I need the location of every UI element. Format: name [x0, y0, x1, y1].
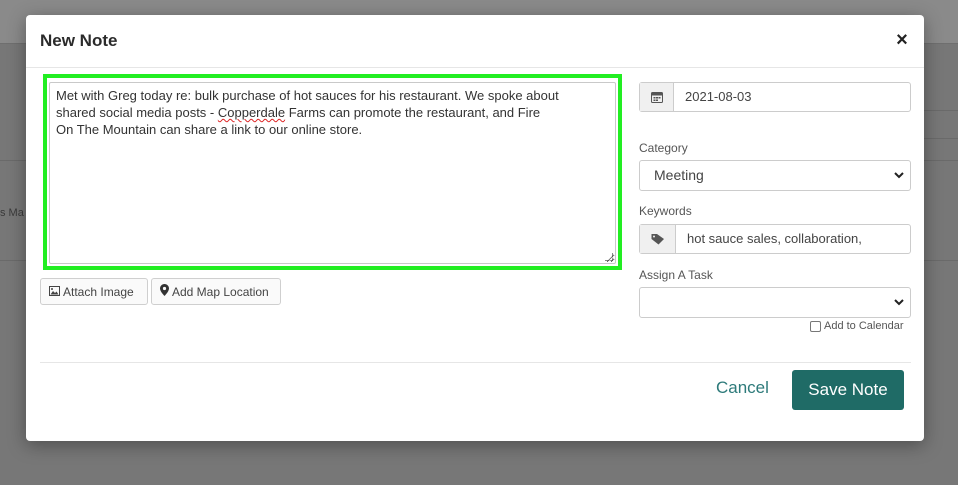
tag-icon — [640, 225, 676, 253]
attach-image-button[interactable]: Attach Image — [40, 278, 148, 305]
add-to-calendar-checkbox[interactable] — [810, 320, 821, 332]
assign-task-label: Assign A Task — [639, 268, 713, 282]
note-line: shared social media posts - — [56, 105, 218, 120]
keywords-label: Keywords — [639, 204, 692, 218]
add-to-calendar-row: Add to Calendar — [810, 320, 904, 332]
note-line: Met with Greg today re: bulk purchase of… — [56, 88, 559, 103]
category-selected: Meeting — [654, 167, 704, 183]
chevron-down-icon — [894, 172, 904, 179]
chevron-down-icon — [894, 299, 904, 306]
add-map-location-label: Add Map Location — [172, 284, 269, 299]
note-textarea[interactable]: Met with Greg today re: bulk purchase of… — [49, 82, 616, 264]
note-line: Farms can promote the restaurant, and Fi… — [285, 105, 541, 120]
resize-handle[interactable] — [605, 253, 613, 261]
add-map-location-button[interactable]: Add Map Location — [151, 278, 281, 305]
attach-image-label: Attach Image — [63, 284, 134, 299]
keywords-field[interactable]: hot sauce sales, collaboration, — [639, 224, 911, 254]
background-divider — [924, 138, 958, 139]
cancel-button[interactable]: Cancel — [716, 378, 769, 398]
image-icon — [49, 285, 60, 299]
modal-title: New Note — [40, 31, 118, 50]
assign-task-select[interactable] — [639, 287, 911, 318]
keywords-input[interactable]: hot sauce sales, collaboration, — [676, 225, 862, 253]
footer-divider — [40, 362, 911, 363]
background-text: s Ma — [0, 207, 24, 219]
date-field[interactable]: 2021-08-03 — [639, 82, 911, 112]
category-label: Category — [639, 141, 688, 155]
add-to-calendar-label[interactable]: Add to Calendar — [824, 320, 904, 332]
save-note-button[interactable]: Save Note — [792, 370, 904, 410]
background-divider — [924, 110, 958, 111]
modal-header: New Note × — [26, 15, 924, 68]
date-value: 2021-08-03 — [685, 89, 752, 104]
category-select[interactable]: Meeting — [639, 160, 911, 191]
note-line: On The Mountain can share a link to our … — [56, 122, 363, 137]
new-note-modal: New Note × Met with Greg today re: bulk … — [26, 15, 924, 441]
close-icon[interactable]: × — [894, 29, 910, 51]
calendar-icon[interactable] — [640, 83, 674, 111]
map-marker-icon — [160, 284, 169, 299]
misspelled-word: Copperdale — [217, 105, 286, 120]
note-highlight-frame: Met with Greg today re: bulk purchase of… — [43, 74, 622, 270]
